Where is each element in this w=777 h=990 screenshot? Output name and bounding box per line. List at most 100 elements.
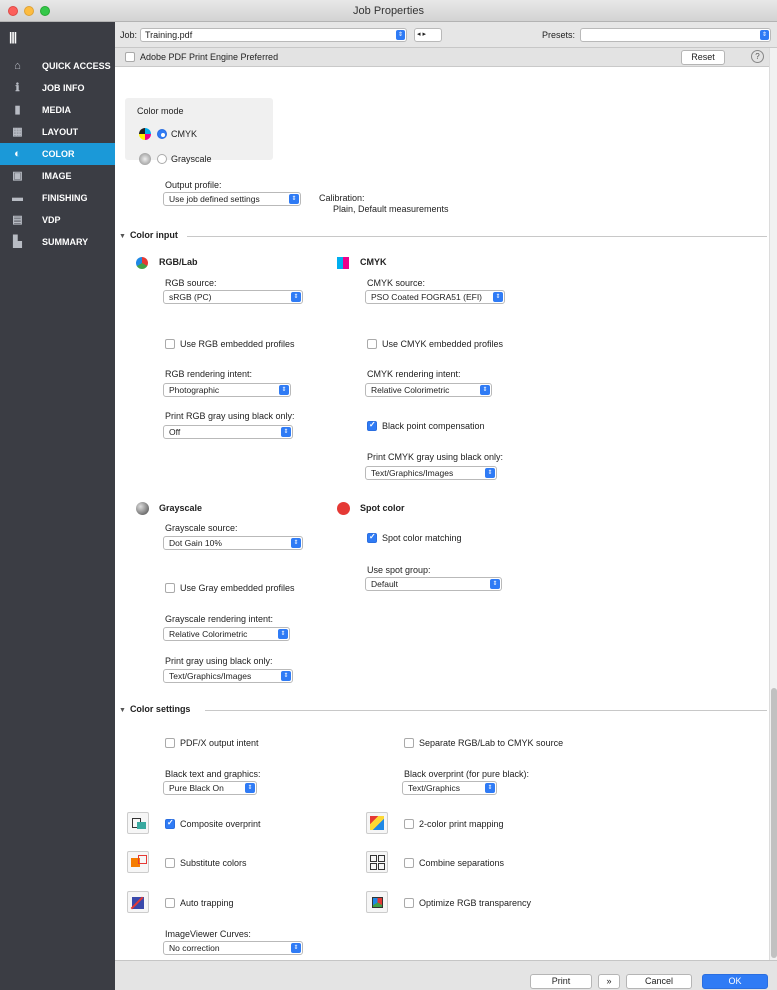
maximize-window-button[interactable]	[40, 6, 50, 16]
calibration-value: Plain, Default measurements	[333, 204, 449, 214]
spot-matching-checkbox[interactable]	[367, 532, 377, 543]
ok-button[interactable]: OK	[702, 974, 768, 989]
pdf-engine-checkbox[interactable]	[125, 51, 135, 62]
sidebar-toggle-icon[interactable]: |||	[9, 30, 17, 44]
cmyk-source-select[interactable]: PSO Coated FOGRA51 (EFI) ⇕	[365, 290, 505, 304]
scrollbar-thumb[interactable]	[771, 688, 777, 958]
color-input-header[interactable]: ▼ Color input	[119, 230, 178, 240]
grayscale-label: Grayscale	[171, 154, 212, 164]
sidebar-item-image[interactable]: ▣ IMAGE	[0, 165, 115, 187]
help-icon[interactable]: ?	[751, 50, 764, 63]
gray-black-label: Print gray using black only:	[165, 656, 273, 666]
combine-checkbox[interactable]	[404, 857, 414, 868]
cmyk-embedded-checkbox[interactable]	[367, 338, 377, 349]
cmyk-radio[interactable]	[157, 128, 167, 139]
sidebar-item-color[interactable]: ◐ COLOR	[0, 143, 115, 165]
rgb-intent-select[interactable]: Photographic ⇕	[163, 383, 291, 397]
black-overprint-label: Black overprint (for pure black):	[404, 769, 530, 779]
more-options-button[interactable]: »	[598, 974, 620, 989]
chevron-updown-icon: ⇕	[760, 30, 769, 40]
grayscale-source-value: Dot Gain 10%	[169, 538, 222, 548]
job-select[interactable]: Training.pdf ⇕	[140, 28, 407, 42]
grayscale-title: Grayscale	[159, 503, 203, 513]
sidebar-item-quick-access[interactable]: ⌂ QUICK ACCESS	[0, 55, 115, 77]
output-profile-select[interactable]: Use job defined settings ⇕	[163, 192, 301, 206]
rgb-icon	[136, 257, 148, 269]
bpc-checkbox[interactable]	[367, 420, 377, 431]
previous-job-icon[interactable]: ◂	[417, 31, 421, 38]
bpc-row[interactable]: Black point compensation	[367, 420, 485, 431]
composite-row[interactable]: Composite overprint	[165, 818, 261, 829]
separate-row[interactable]: Separate RGB/Lab to CMYK source	[404, 737, 563, 748]
sidebar-item-media[interactable]: ▮ MEDIA	[0, 99, 115, 121]
trapping-row[interactable]: Auto trapping	[165, 897, 234, 908]
reset-bar: Adobe PDF Print Engine Preferred Reset ?	[115, 48, 769, 67]
grayscale-mode-icon	[139, 153, 151, 165]
print-button[interactable]: Print	[530, 974, 592, 989]
sidebar-item-layout[interactable]: ▦ LAYOUT	[0, 121, 115, 143]
composite-checkbox[interactable]	[165, 818, 175, 829]
grayscale-intent-select[interactable]: Relative Colorimetric ⇕	[163, 627, 290, 641]
grayscale-source-select[interactable]: Dot Gain 10% ⇕	[163, 536, 303, 550]
media-icon: ▮	[14, 104, 21, 116]
cmyk-embedded-row[interactable]: Use CMYK embedded profiles	[367, 338, 503, 349]
job-label: Job:	[120, 30, 138, 40]
sidebar-item-vdp[interactable]: ▤ VDP	[0, 209, 115, 231]
rgb-source-select[interactable]: sRGB (PC) ⇕	[163, 290, 303, 304]
close-window-button[interactable]	[8, 6, 18, 16]
grayscale-intent-label: Grayscale rendering intent:	[165, 614, 274, 624]
substitute-row[interactable]: Substitute colors	[165, 857, 247, 868]
sidebar-item-label: QUICK ACCESS	[42, 61, 111, 71]
cmyk-gray-select[interactable]: Text/Graphics/Images ⇕	[365, 466, 497, 480]
color-settings-header[interactable]: ▼ Color settings	[119, 704, 190, 714]
next-job-icon[interactable]: ▸	[422, 31, 426, 38]
optimize-row[interactable]: Optimize RGB transparency	[404, 897, 531, 908]
black-text-select[interactable]: Pure Black On ⇕	[163, 781, 257, 795]
separate-checkbox[interactable]	[404, 737, 414, 748]
sidebar-item-finishing[interactable]: ▬ FINISHING	[0, 187, 115, 209]
gray-black-select[interactable]: Text/Graphics/Images ⇕	[163, 669, 293, 683]
sidebar-item-job-info[interactable]: ℹ JOB INFO	[0, 77, 115, 99]
cmyk-label: CMYK	[171, 129, 198, 139]
chevron-updown-icon: ⇕	[480, 385, 490, 395]
gray-embedded-row[interactable]: Use Gray embedded profiles	[165, 582, 295, 593]
substitute-checkbox[interactable]	[165, 857, 175, 868]
cmyk-source-value: PSO Coated FOGRA51 (EFI)	[371, 292, 483, 302]
cancel-button[interactable]: Cancel	[626, 974, 692, 989]
two-color-checkbox[interactable]	[404, 818, 414, 829]
cmyk-intent-select[interactable]: Relative Colorimetric ⇕	[365, 383, 492, 397]
pdf-engine-label: Adobe PDF Print Engine Preferred	[140, 52, 279, 62]
grayscale-radio[interactable]	[157, 153, 167, 164]
presets-select[interactable]: ⇕	[580, 28, 771, 42]
two-color-row[interactable]: 2-color print mapping	[404, 818, 504, 829]
optimize-checkbox[interactable]	[404, 897, 414, 908]
rgb-gray-label: Print RGB gray using black only:	[165, 411, 295, 421]
vertical-scrollbar[interactable]	[769, 48, 777, 960]
vdp-icon: ▤	[12, 214, 23, 226]
spot-group-value: Default	[371, 579, 398, 589]
spot-matching-row[interactable]: Spot color matching	[367, 532, 462, 543]
black-overprint-select[interactable]: Text/Graphics ⇕	[402, 781, 497, 795]
cmyk-radio-row[interactable]: CMYK	[157, 128, 198, 139]
job-nav-stepper[interactable]: ◂ ▸	[414, 28, 442, 42]
cmyk-source-icon	[337, 257, 349, 269]
gray-black-value: Text/Graphics/Images	[169, 671, 252, 681]
pdfx-row[interactable]: PDF/X output intent	[165, 737, 259, 748]
minimize-window-button[interactable]	[24, 6, 34, 16]
curves-value: No correction	[169, 943, 220, 953]
grayscale-radio-row[interactable]: Grayscale	[157, 153, 212, 164]
rgb-embedded-row[interactable]: Use RGB embedded profiles	[165, 338, 295, 349]
grayscale-source-label: Grayscale source:	[165, 523, 238, 533]
rgb-embedded-checkbox[interactable]	[165, 338, 175, 349]
sidebar-item-summary[interactable]: ▙ SUMMARY	[0, 231, 115, 253]
spot-matching-label: Spot color matching	[382, 533, 462, 543]
pdf-engine-checkbox-row[interactable]: Adobe PDF Print Engine Preferred	[125, 51, 279, 62]
combine-row[interactable]: Combine separations	[404, 857, 504, 868]
curves-select[interactable]: No correction ⇕	[163, 941, 303, 955]
reset-button[interactable]: Reset	[681, 50, 725, 65]
spot-group-select[interactable]: Default ⇕	[365, 577, 502, 591]
gray-embedded-checkbox[interactable]	[165, 582, 175, 593]
trapping-checkbox[interactable]	[165, 897, 175, 908]
rgb-gray-select[interactable]: Off ⇕	[163, 425, 293, 439]
pdfx-checkbox[interactable]	[165, 737, 175, 748]
